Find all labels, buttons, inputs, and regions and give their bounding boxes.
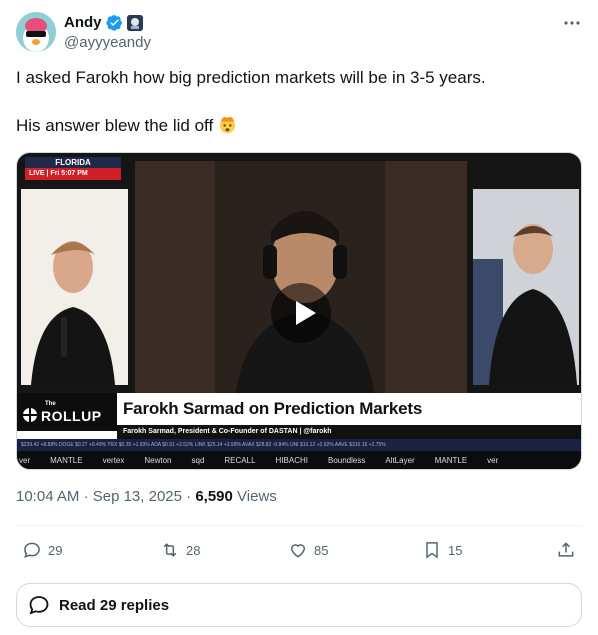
reply-bubble-icon [29, 596, 49, 615]
rollup-name: ROLLUP [41, 408, 102, 424]
video-player[interactable]: FLORIDA LIVE | Fri 5:07 PM The ROLLUP Fa… [16, 152, 582, 470]
exploding-head-emoji-icon [218, 115, 237, 134]
live-timestamp: Fri 5:07 PM [50, 170, 88, 177]
avatar[interactable] [16, 12, 56, 52]
meta-separator: · [83, 488, 89, 505]
tweet-meta: 10:04 AM · Sep 13, 2025 · 6,590 Views [16, 488, 277, 505]
video-frame-left [21, 189, 128, 385]
tweet-text: I asked Farokh how big prediction market… [16, 66, 582, 162]
sponsor-logo: vertex [102, 456, 125, 465]
sponsor-logo: ver [487, 456, 499, 465]
share-button[interactable] [556, 536, 576, 564]
reply-button[interactable]: 29 [22, 536, 62, 564]
video-subline: Farokh Sarmad, President & Co-Founder of… [117, 425, 581, 439]
sponsor-logo: RECALL [224, 456, 256, 465]
views-label: Views [237, 488, 277, 505]
reply-count: 29 [48, 542, 63, 558]
live-location: FLORIDA [25, 157, 121, 168]
bookmark-button[interactable]: 15 [422, 536, 462, 564]
retweet-button[interactable]: 28 [160, 536, 200, 564]
rollup-mark-icon [23, 408, 37, 422]
bookmark-count: 15 [448, 542, 463, 558]
read-replies-label: Read 29 replies [59, 596, 170, 614]
sponsor-logo: MANTLE [50, 456, 83, 465]
rollup-the: The [45, 401, 56, 407]
meta-separator: · [186, 488, 192, 505]
sponsor-logo: MANTLE [434, 456, 468, 465]
more-options-icon[interactable] [562, 18, 582, 32]
tweet-time[interactable]: 10:04 AM [16, 488, 79, 505]
tweet-line-1: I asked Farokh how big prediction market… [16, 68, 486, 87]
heart-icon [290, 544, 306, 558]
name-row: Andy [64, 14, 143, 31]
affiliate-badge-icon[interactable] [126, 14, 143, 31]
video-frame-right [473, 189, 579, 385]
price-ticker: $239.42 +8.88% DOGE $0.27 +9.49% TRX $0.… [17, 439, 581, 451]
share-icon [558, 542, 574, 557]
live-badge: FLORIDA LIVE | Fri 5:07 PM [25, 157, 121, 183]
tweet-line-2-text: His answer blew the lid off [16, 116, 214, 135]
action-bar: 29 28 85 15 [16, 536, 582, 566]
sponsor-bar: ver MANTLE vertex Newton sqd RECALL HIBACHI Bou… [17, 451, 581, 469]
verified-badge-icon [105, 15, 122, 31]
retweet-count: 28 [186, 542, 201, 558]
sponsor-logo: Boundless [327, 456, 366, 465]
sponsor-logo: ver [19, 456, 31, 465]
sponsor-logo: AltLayer [385, 456, 415, 465]
sponsor-logo: Newton [144, 456, 172, 465]
tweet-header: Andy @ayyyeandy [16, 12, 582, 56]
bookmark-icon [426, 542, 438, 559]
display-name[interactable]: Andy [64, 14, 102, 31]
divider [16, 525, 582, 526]
retweet-icon [163, 543, 177, 557]
sponsor-logo: HIBACHI [275, 456, 308, 465]
live-time: LIVE | Fri 5:07 PM [25, 168, 121, 180]
play-icon [296, 301, 316, 325]
read-replies-button[interactable]: Read 29 replies [16, 583, 582, 627]
like-count: 85 [314, 542, 329, 558]
tweet-date[interactable]: Sep 13, 2025 [93, 488, 182, 505]
live-label: LIVE [29, 170, 45, 177]
handle[interactable]: @ayyyeandy [64, 34, 151, 51]
sponsor-logo: sqd [191, 456, 205, 465]
tweet-line-2: His answer blew the lid off [16, 114, 582, 138]
reply-icon [24, 542, 40, 558]
like-button[interactable]: 85 [288, 536, 328, 564]
rollup-logo: The ROLLUP [17, 393, 117, 431]
view-count: 6,590 [195, 488, 233, 505]
video-frame-main [135, 161, 467, 397]
video-headline: Farokh Sarmad on Prediction Markets [123, 399, 423, 418]
